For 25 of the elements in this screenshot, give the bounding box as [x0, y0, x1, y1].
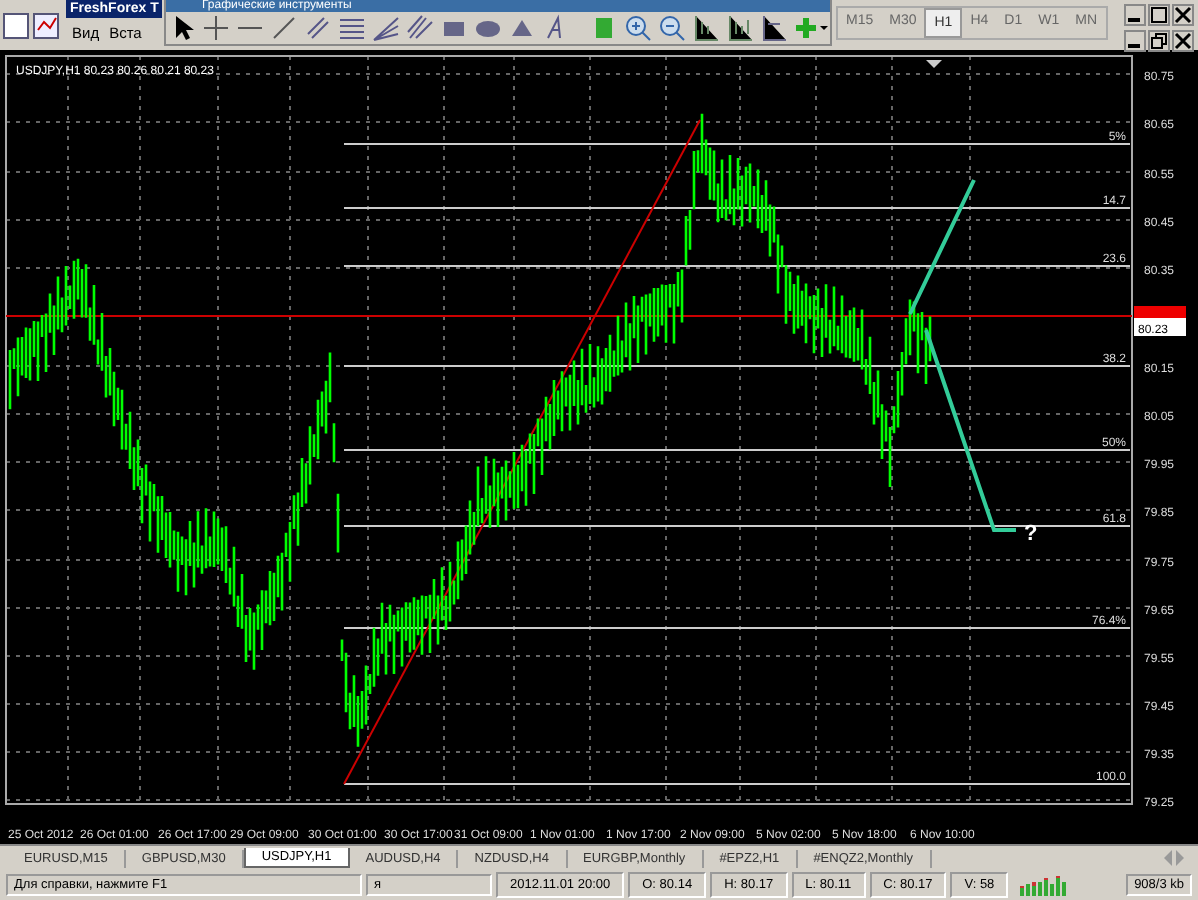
scroll-chart-icon[interactable] — [692, 14, 720, 42]
crosshair-icon[interactable] — [202, 14, 230, 42]
bid-price-marker — [1134, 306, 1186, 318]
channel-icon[interactable] — [304, 14, 332, 42]
zoom-in-icon[interactable] — [624, 14, 652, 42]
question-mark: ? — [1024, 522, 1038, 546]
period-separator-icon[interactable] — [760, 14, 788, 42]
current-price-tag — [1134, 318, 1186, 336]
close-icon[interactable] — [1172, 30, 1194, 52]
trend-line[interactable] — [343, 119, 701, 785]
close-icon[interactable] — [1172, 4, 1194, 26]
restore-icon[interactable] — [1148, 30, 1170, 52]
zoom-out-icon[interactable] — [658, 14, 686, 42]
forecast-lines[interactable] — [908, 178, 1018, 532]
fan-icon[interactable] — [372, 14, 400, 42]
shift-chart-icon[interactable] — [726, 14, 754, 42]
minimize-icon[interactable] — [1124, 4, 1146, 26]
fibonacci-icon[interactable] — [338, 14, 366, 42]
trendline-icon[interactable] — [270, 14, 298, 42]
maximize-icon[interactable] — [1148, 4, 1170, 26]
connection-bars-icon — [1020, 875, 1069, 895]
shift-marker-icon — [926, 60, 942, 68]
pitchfork-icon[interactable] — [406, 14, 434, 42]
cursor-icon[interactable] — [172, 14, 196, 42]
minimize-icon[interactable] — [1124, 30, 1146, 52]
